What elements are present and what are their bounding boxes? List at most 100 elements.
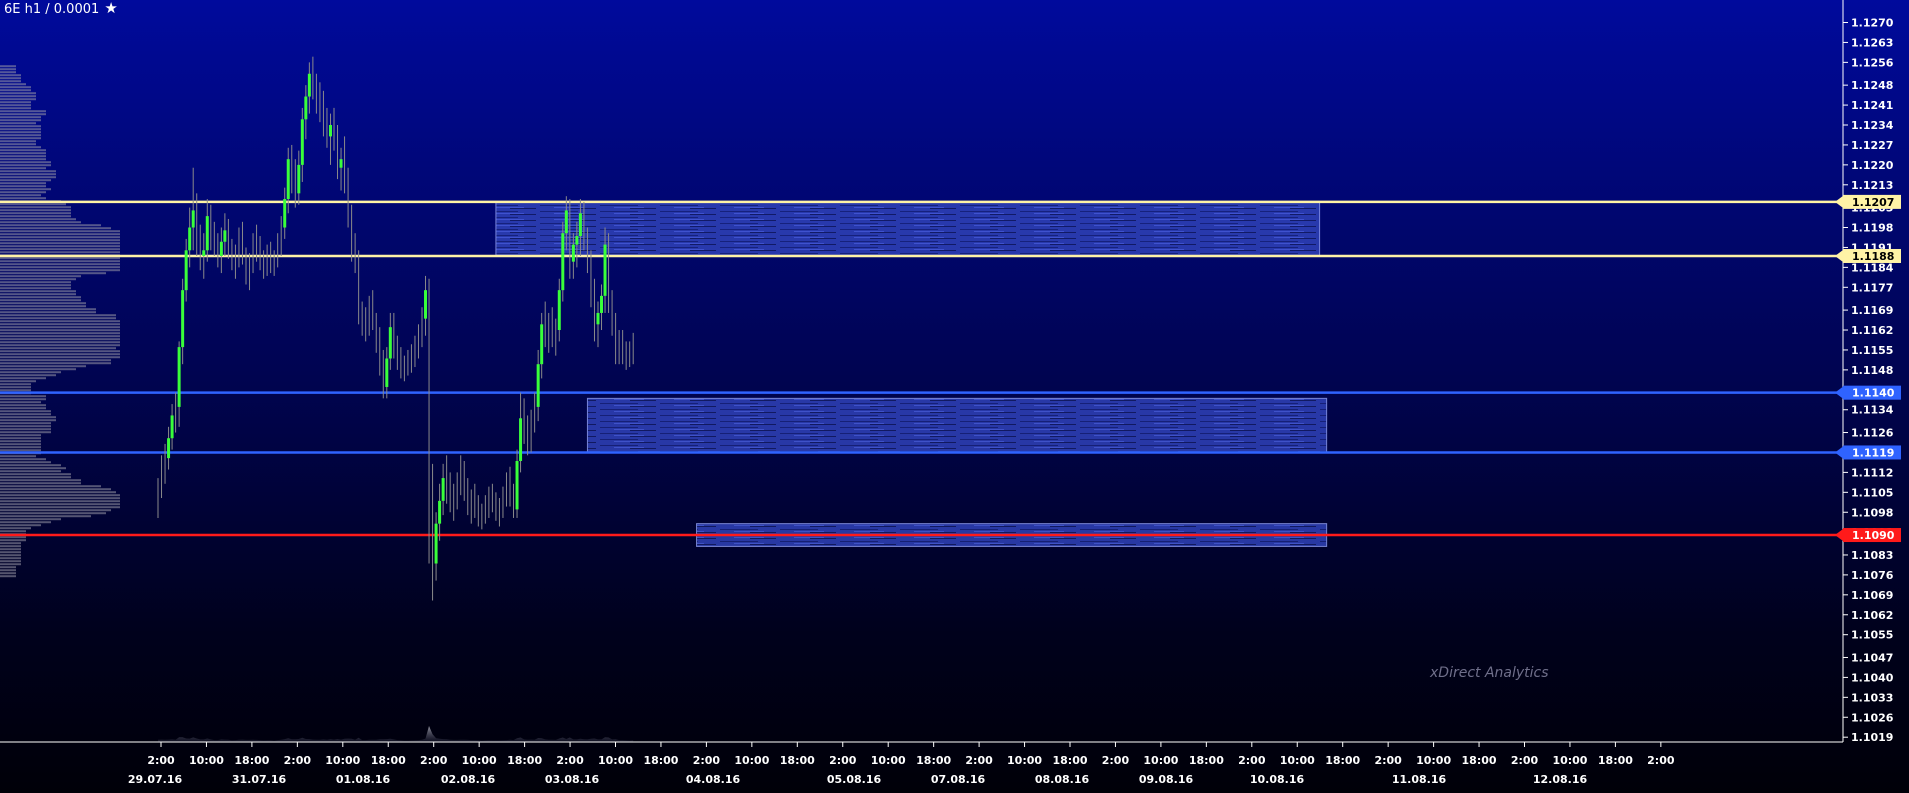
profile-bar	[0, 413, 51, 416]
profile-bar	[0, 356, 120, 359]
profile-bar	[0, 563, 21, 566]
star-icon[interactable]: ★	[104, 0, 117, 17]
price-tick-label: 1.1040	[1851, 671, 1894, 684]
chart-area[interactable]: 1.1270 1.1263 1.1256 1.1248 1.1241 1.1234 1.12…	[0, 0, 1909, 793]
profile-bar	[0, 278, 76, 281]
level-tag-label: 1.1140	[1852, 387, 1895, 400]
time-tick-label: 2:00	[1102, 754, 1130, 767]
profile-bar	[0, 80, 21, 83]
candle-body	[286, 159, 290, 200]
profile-bar	[0, 419, 56, 422]
profile-bar	[0, 128, 41, 131]
time-tick-label: 18:00	[1462, 754, 1497, 767]
time-tick-label: 18:00	[1325, 754, 1360, 767]
profile-bar	[0, 152, 46, 155]
candle-body	[191, 210, 195, 228]
price-tick-label: 1.1134	[1851, 404, 1894, 417]
profile-bar	[0, 539, 26, 542]
price-tick-label: 1.1112	[1851, 466, 1893, 479]
candle-body	[575, 236, 579, 245]
level-tag-label: 1.1207	[1852, 196, 1894, 209]
profile-bar	[0, 239, 120, 242]
level-arrow	[1835, 249, 1843, 262]
price-tick-label: 1.1256	[1851, 56, 1894, 69]
profile-bar	[0, 197, 46, 200]
profile-bar	[0, 125, 41, 128]
watermark: xDirect Analytics	[1430, 665, 1549, 681]
profile-bar	[0, 158, 46, 161]
profile-bar	[0, 389, 31, 392]
date-tick-label: 04.08.16	[686, 773, 741, 786]
profile-bar	[0, 284, 71, 287]
profile-bar	[0, 446, 41, 449]
profile-bar	[0, 281, 71, 284]
profile-bar	[0, 302, 86, 305]
profile-bar	[0, 455, 36, 458]
price-tick-label: 1.1198	[1851, 222, 1893, 235]
profile-bar	[0, 308, 96, 311]
candle-body	[519, 418, 523, 462]
profile-bar	[0, 491, 116, 494]
profile-bar	[0, 461, 51, 464]
profile-bar	[0, 497, 120, 500]
candle-body	[540, 324, 544, 365]
level-arrow	[1835, 529, 1843, 542]
profile-bar	[0, 476, 71, 479]
volume-histogram-layer	[158, 726, 634, 742]
profile-bar	[0, 224, 101, 227]
date-tick-label: 29.07.16	[128, 773, 183, 786]
price-tick-label: 1.1184	[1851, 261, 1894, 274]
price-tick-label: 1.1047	[1851, 651, 1893, 664]
price-tick-label: 1.1162	[1851, 324, 1893, 337]
profile-bar	[0, 173, 56, 176]
time-tick-label: 2:00	[829, 754, 857, 767]
level-tag-label: 1.1188	[1852, 250, 1894, 263]
profile-bar	[0, 251, 120, 254]
volume-area	[158, 726, 634, 742]
time-tick-label: 10:00	[1143, 754, 1178, 767]
profile-bar	[0, 422, 51, 425]
profile-bar	[0, 332, 120, 335]
profile-bar	[0, 287, 71, 290]
profile-bar	[0, 383, 31, 386]
candle-body	[536, 364, 540, 407]
profile-bar	[0, 305, 86, 308]
price-chart[interactable]: 1.1270 1.1263 1.1256 1.1248 1.1241 1.1234 1.12…	[0, 0, 1909, 793]
time-tick-label: 2:00	[1374, 754, 1402, 767]
time-tick-label: 10:00	[1007, 754, 1042, 767]
candle-body	[434, 523, 438, 564]
profile-bar	[0, 227, 111, 230]
time-tick-label: 2:00	[1647, 754, 1675, 767]
candle-body	[441, 478, 445, 501]
candle-body	[385, 358, 389, 387]
profile-bar	[0, 401, 41, 404]
profile-bar	[0, 359, 111, 362]
profile-bar	[0, 344, 120, 347]
price-tick-label: 1.1248	[1851, 79, 1893, 92]
time-tick-label: 10:00	[1552, 754, 1587, 767]
time-tick-label: 10:00	[1280, 754, 1315, 767]
profile-bar	[0, 98, 36, 101]
time-tick-label: 18:00	[780, 754, 815, 767]
profile-bar	[0, 77, 21, 80]
profile-bar	[0, 317, 116, 320]
date-tick-label: 10.08.16	[1250, 773, 1305, 786]
profile-bar	[0, 290, 76, 293]
profile-bar	[0, 230, 120, 233]
profile-bar	[0, 182, 46, 185]
profile-bar	[0, 209, 71, 212]
price-tick-label: 1.1148	[1851, 364, 1893, 377]
profile-bar	[0, 560, 21, 563]
profile-bar	[0, 137, 41, 140]
profile-bar	[0, 527, 31, 530]
time-tick-label: 10:00	[189, 754, 224, 767]
profile-bar	[0, 155, 46, 158]
profile-bar	[0, 494, 120, 497]
profile-bar	[0, 470, 61, 473]
profile-bar	[0, 269, 120, 272]
profile-bar	[0, 89, 31, 92]
candle-body	[307, 73, 311, 97]
profile-bar	[0, 554, 21, 557]
volume-profile-layer	[0, 65, 120, 578]
profile-bar	[0, 293, 76, 296]
